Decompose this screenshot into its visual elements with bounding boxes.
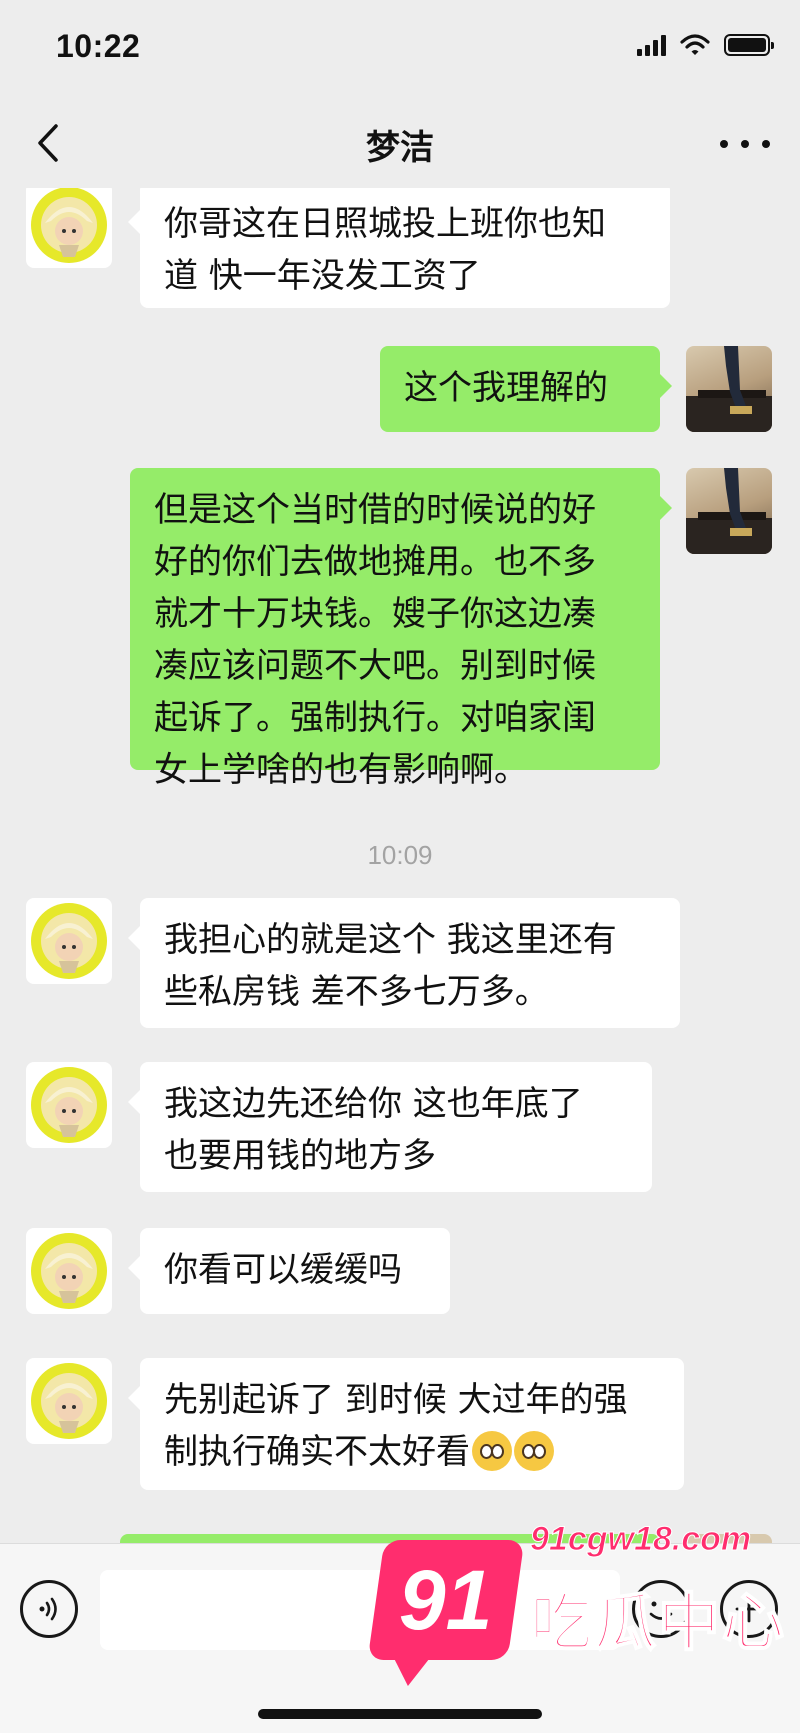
message-bubble[interactable]: 你看可以缓缓吗 — [128, 1228, 450, 1314]
girl-avatar-icon — [31, 903, 107, 979]
watermark-badge: 91 — [367, 1540, 525, 1660]
message-text: 你看可以缓缓吗 — [164, 1250, 402, 1290]
message-text: 我这边先还给你 这也年底了 也要用钱的地方多 — [164, 1084, 583, 1176]
watermark-logo: 91 91cgw18.com 吃瓜中心 — [367, 1500, 790, 1710]
message-bubble[interactable]: 我这边先还给你 这也年底了 也要用钱的地方多 — [128, 1062, 652, 1192]
more-dots-icon — [720, 140, 728, 148]
message-text: 我担心的就是这个 我这里还有 些私房钱 差不多七万多。 — [164, 920, 617, 1012]
battery-icon — [724, 34, 774, 56]
message-bubble[interactable]: 我担心的就是这个 我这里还有 些私房钱 差不多七万多。 — [128, 898, 680, 1028]
message-bubble[interactable]: 但是这个当时借的时候说的好 好的你们去做地摊用。也不多 就才十万块钱。嫂子你这边… — [130, 468, 672, 790]
girl-avatar-icon — [31, 1233, 107, 1309]
message-text: 先别起诉了 到时候 大过年的强 制执行确实不太好看 — [164, 1380, 628, 1472]
message-text: 你哥这在日照城投上班你也知 道 快一年没发工资了 — [164, 204, 606, 296]
status-time: 10:22 — [56, 28, 141, 64]
self-avatar[interactable] — [686, 346, 772, 432]
contact-avatar[interactable] — [26, 1228, 112, 1314]
chat-title: 梦洁 — [366, 128, 434, 168]
watermark-number: 91 — [399, 1552, 493, 1647]
message-text: 但是这个当时借的时候说的好 好的你们去做地摊用。也不多 就才十万块钱。嫂子你这边… — [154, 490, 596, 790]
worried-face-emoji — [472, 1431, 512, 1471]
contact-avatar[interactable] — [26, 1062, 112, 1148]
girl-avatar-icon — [31, 188, 107, 263]
worried-face-emoji — [514, 1431, 554, 1471]
nav-bar: 梦洁 — [0, 100, 800, 188]
message-text: 这个我理解的 — [404, 368, 608, 408]
message-row: 先别起诉了 到时候 大过年的强 制执行确实不太好看 — [0, 1358, 800, 1500]
message-row: 我这边先还给你 这也年底了 也要用钱的地方多 — [0, 1062, 800, 1204]
message-bubble[interactable]: 这个我理解的 — [380, 346, 672, 432]
message-bubble[interactable]: 你哥这在日照城投上班你也知 道 快一年没发工资了 — [128, 188, 670, 308]
person-photo-icon — [686, 468, 772, 554]
watermark-name: 吃瓜中心 — [529, 1585, 787, 1660]
message-row: 你看可以缓缓吗 — [0, 1228, 800, 1330]
status-icons — [637, 34, 774, 56]
girl-avatar-icon — [31, 1363, 107, 1439]
wifi-icon — [680, 34, 710, 55]
contact-avatar[interactable] — [26, 1358, 112, 1444]
watermark-url: 91cgw18.com — [529, 1520, 752, 1559]
message-row: 这个我理解的 — [0, 346, 800, 456]
status-bar: 10:22 — [0, 0, 800, 100]
message-row: 我担心的就是这个 我这里还有 些私房钱 差不多七万多。 — [0, 898, 800, 1040]
self-avatar[interactable] — [686, 468, 772, 554]
message-row: 你哥这在日照城投上班你也知 道 快一年没发工资了 — [0, 188, 800, 308]
voice-button[interactable] — [20, 1580, 78, 1638]
home-indicator — [258, 1709, 542, 1719]
message-bubble[interactable]: 先别起诉了 到时候 大过年的强 制执行确实不太好看 — [128, 1358, 684, 1490]
message-row: 但是这个当时借的时候说的好 好的你们去做地摊用。也不多 就才十万块钱。嫂子你这边… — [0, 468, 800, 790]
contact-avatar[interactable] — [26, 898, 112, 984]
more-button[interactable] — [720, 126, 770, 162]
signal-icon — [637, 34, 666, 56]
person-photo-icon — [686, 346, 772, 432]
girl-avatar-icon — [31, 1067, 107, 1143]
voice-icon — [39, 1597, 57, 1621]
contact-avatar[interactable] — [26, 188, 112, 268]
chat-area[interactable]: 你哥这在日照城投上班你也知 道 快一年没发工资了 这个我理解的 但是这个当时借的… — [0, 188, 800, 1543]
timestamp: 10:09 — [367, 840, 433, 870]
